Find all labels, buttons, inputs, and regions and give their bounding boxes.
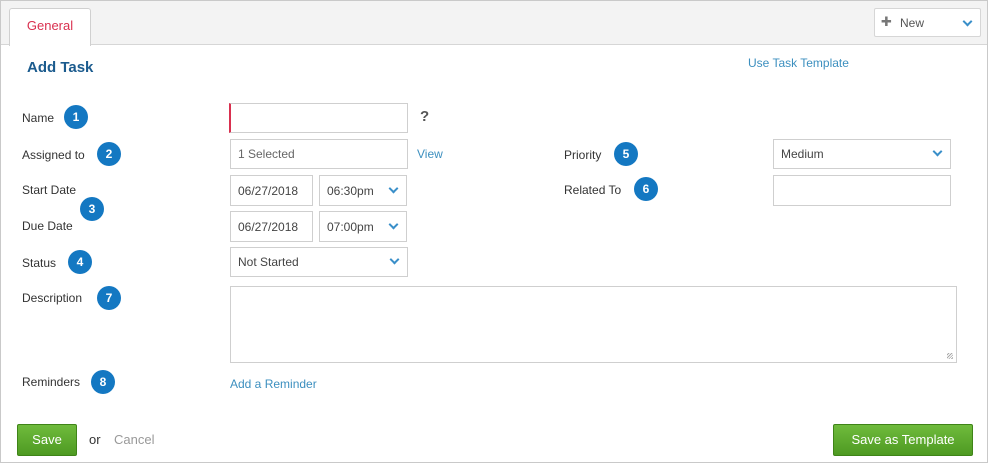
chevron-down-icon	[388, 219, 399, 229]
badge-1: 1	[64, 105, 88, 129]
due-date-input[interactable]: 06/27/2018	[230, 211, 313, 242]
badge-5: 5	[614, 142, 638, 166]
task-form-window: General ✚ New Add Task Use Task Template…	[0, 0, 988, 463]
due-time-select[interactable]: 07:00pm	[319, 211, 407, 242]
status-select[interactable]: Not Started	[230, 247, 408, 277]
chevron-down-icon	[932, 146, 943, 157]
cancel-link[interactable]: Cancel	[114, 432, 154, 447]
start-date-label: Start Date	[22, 183, 77, 197]
resize-handle-icon[interactable]	[947, 353, 953, 359]
help-icon[interactable]: ?	[420, 108, 429, 125]
new-dropdown[interactable]: ✚ New	[874, 8, 981, 37]
plus-icon: ✚	[881, 14, 892, 29]
page-title: Add Task	[27, 59, 94, 76]
badge-7: 7	[97, 286, 121, 310]
related-to-label: Related To	[564, 183, 622, 197]
or-text: or	[89, 432, 101, 447]
save-as-template-button[interactable]: Save as Template	[833, 424, 973, 456]
chevron-down-icon	[389, 254, 400, 265]
view-assigned-link[interactable]: View	[417, 147, 443, 161]
new-dropdown-label: New	[900, 16, 925, 30]
start-date-input[interactable]: 06/27/2018	[230, 175, 313, 206]
assigned-to-label: Assigned to	[22, 148, 85, 162]
related-to-input[interactable]	[773, 175, 951, 206]
badge-4: 4	[68, 250, 92, 274]
name-input[interactable]	[229, 103, 408, 133]
priority-label: Priority	[564, 148, 602, 162]
description-textarea[interactable]	[230, 286, 957, 363]
reminders-label: Reminders	[22, 375, 81, 389]
tab-general[interactable]: General	[9, 8, 91, 46]
badge-6: 6	[634, 177, 658, 201]
description-label: Description	[22, 291, 83, 305]
use-task-template-link[interactable]: Use Task Template	[748, 56, 849, 70]
chevron-down-icon	[388, 183, 399, 193]
badge-8: 8	[91, 370, 115, 394]
add-reminder-link[interactable]: Add a Reminder	[230, 377, 317, 391]
badge-3: 3	[80, 197, 104, 221]
status-label: Status	[22, 256, 57, 270]
chevron-down-icon	[962, 16, 973, 27]
badge-2: 2	[97, 142, 121, 166]
priority-select[interactable]: Medium	[773, 139, 951, 169]
name-label: Name	[22, 111, 55, 125]
due-date-label: Due Date	[22, 219, 73, 233]
save-button[interactable]: Save	[17, 424, 77, 456]
assigned-to-field[interactable]: 1 Selected	[230, 139, 408, 169]
tab-bar: General ✚ New	[1, 1, 987, 46]
start-time-select[interactable]: 06:30pm	[319, 175, 407, 206]
